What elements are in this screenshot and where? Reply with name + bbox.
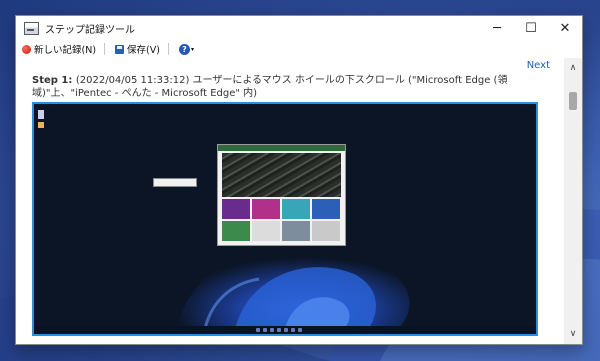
vertical-scrollbar[interactable]: ∧ ∨ (564, 58, 582, 344)
new-record-label: 新しい記録(N) (34, 45, 97, 56)
window-controls: ─ ☐ ✕ (480, 16, 582, 40)
scroll-down-button[interactable]: ∨ (564, 326, 582, 342)
chevron-down-icon: ▾ (190, 45, 194, 53)
new-record-button[interactable]: 新しい記録(N) (22, 42, 96, 56)
taskbar-icon (263, 328, 267, 332)
taskbar-icon (270, 328, 274, 332)
taskbar-icons (256, 328, 302, 332)
minimize-button[interactable]: ─ (480, 16, 514, 40)
help-icon: ? (178, 43, 190, 55)
tile (222, 199, 250, 219)
title-bar: ステップ記録ツール ─ ☐ ✕ (16, 16, 582, 40)
tile (282, 221, 310, 241)
tile (252, 221, 280, 241)
folder-icon (38, 122, 44, 128)
save-icon (115, 44, 125, 54)
steps-recorder-window: ステップ記録ツール ─ ☐ ✕ 新しい記録(N) 保存(V) ? ▾ Next … (15, 15, 583, 345)
browser-header (218, 145, 345, 151)
taskbar-icon (284, 328, 288, 332)
tile (312, 199, 340, 219)
tile (282, 199, 310, 219)
scroll-up-button[interactable]: ∧ (564, 60, 582, 76)
save-label: 保存(V) (127, 45, 160, 56)
screenshot-taskbar (34, 326, 536, 334)
taskbar-icon (298, 328, 302, 332)
taskbar-icon (277, 328, 281, 332)
scroll-thumb[interactable] (569, 92, 577, 110)
help-button[interactable]: ? ▾ (178, 43, 194, 55)
taskbar-icon (256, 328, 260, 332)
tile (252, 199, 280, 219)
step-detail: (2022/04/05 11:33:12) ユーザーによるマウス ホイールの下ス… (32, 75, 508, 99)
next-link[interactable]: Next (527, 60, 550, 71)
toolbar-separator (104, 43, 106, 55)
steps-content: Next Step 1: (2022/04/05 11:33:12) ユーザーに… (16, 58, 564, 344)
step-number: Step 1: (32, 75, 76, 86)
taskbar-icon (291, 328, 295, 332)
keyboard-photo (222, 153, 341, 197)
maximize-button[interactable]: ☐ (514, 16, 548, 40)
screenshot-popup (153, 178, 197, 187)
content-tiles (222, 199, 341, 241)
recycle-bin-icon (38, 110, 44, 119)
close-button[interactable]: ✕ (548, 16, 582, 40)
app-icon (24, 21, 39, 35)
tile (222, 221, 250, 241)
toolbar-separator (167, 43, 169, 55)
window-title: ステップ記録ツール (45, 24, 135, 36)
record-icon (22, 44, 31, 54)
toolbar: 新しい記録(N) 保存(V) ? ▾ (16, 40, 582, 58)
tile (312, 221, 340, 241)
save-button[interactable]: 保存(V) (115, 42, 160, 56)
screenshot-browser-window (217, 144, 346, 246)
step-screenshot[interactable] (32, 102, 538, 336)
step-description: Step 1: (2022/04/05 11:33:12) ユーザーによるマウス… (32, 74, 552, 100)
